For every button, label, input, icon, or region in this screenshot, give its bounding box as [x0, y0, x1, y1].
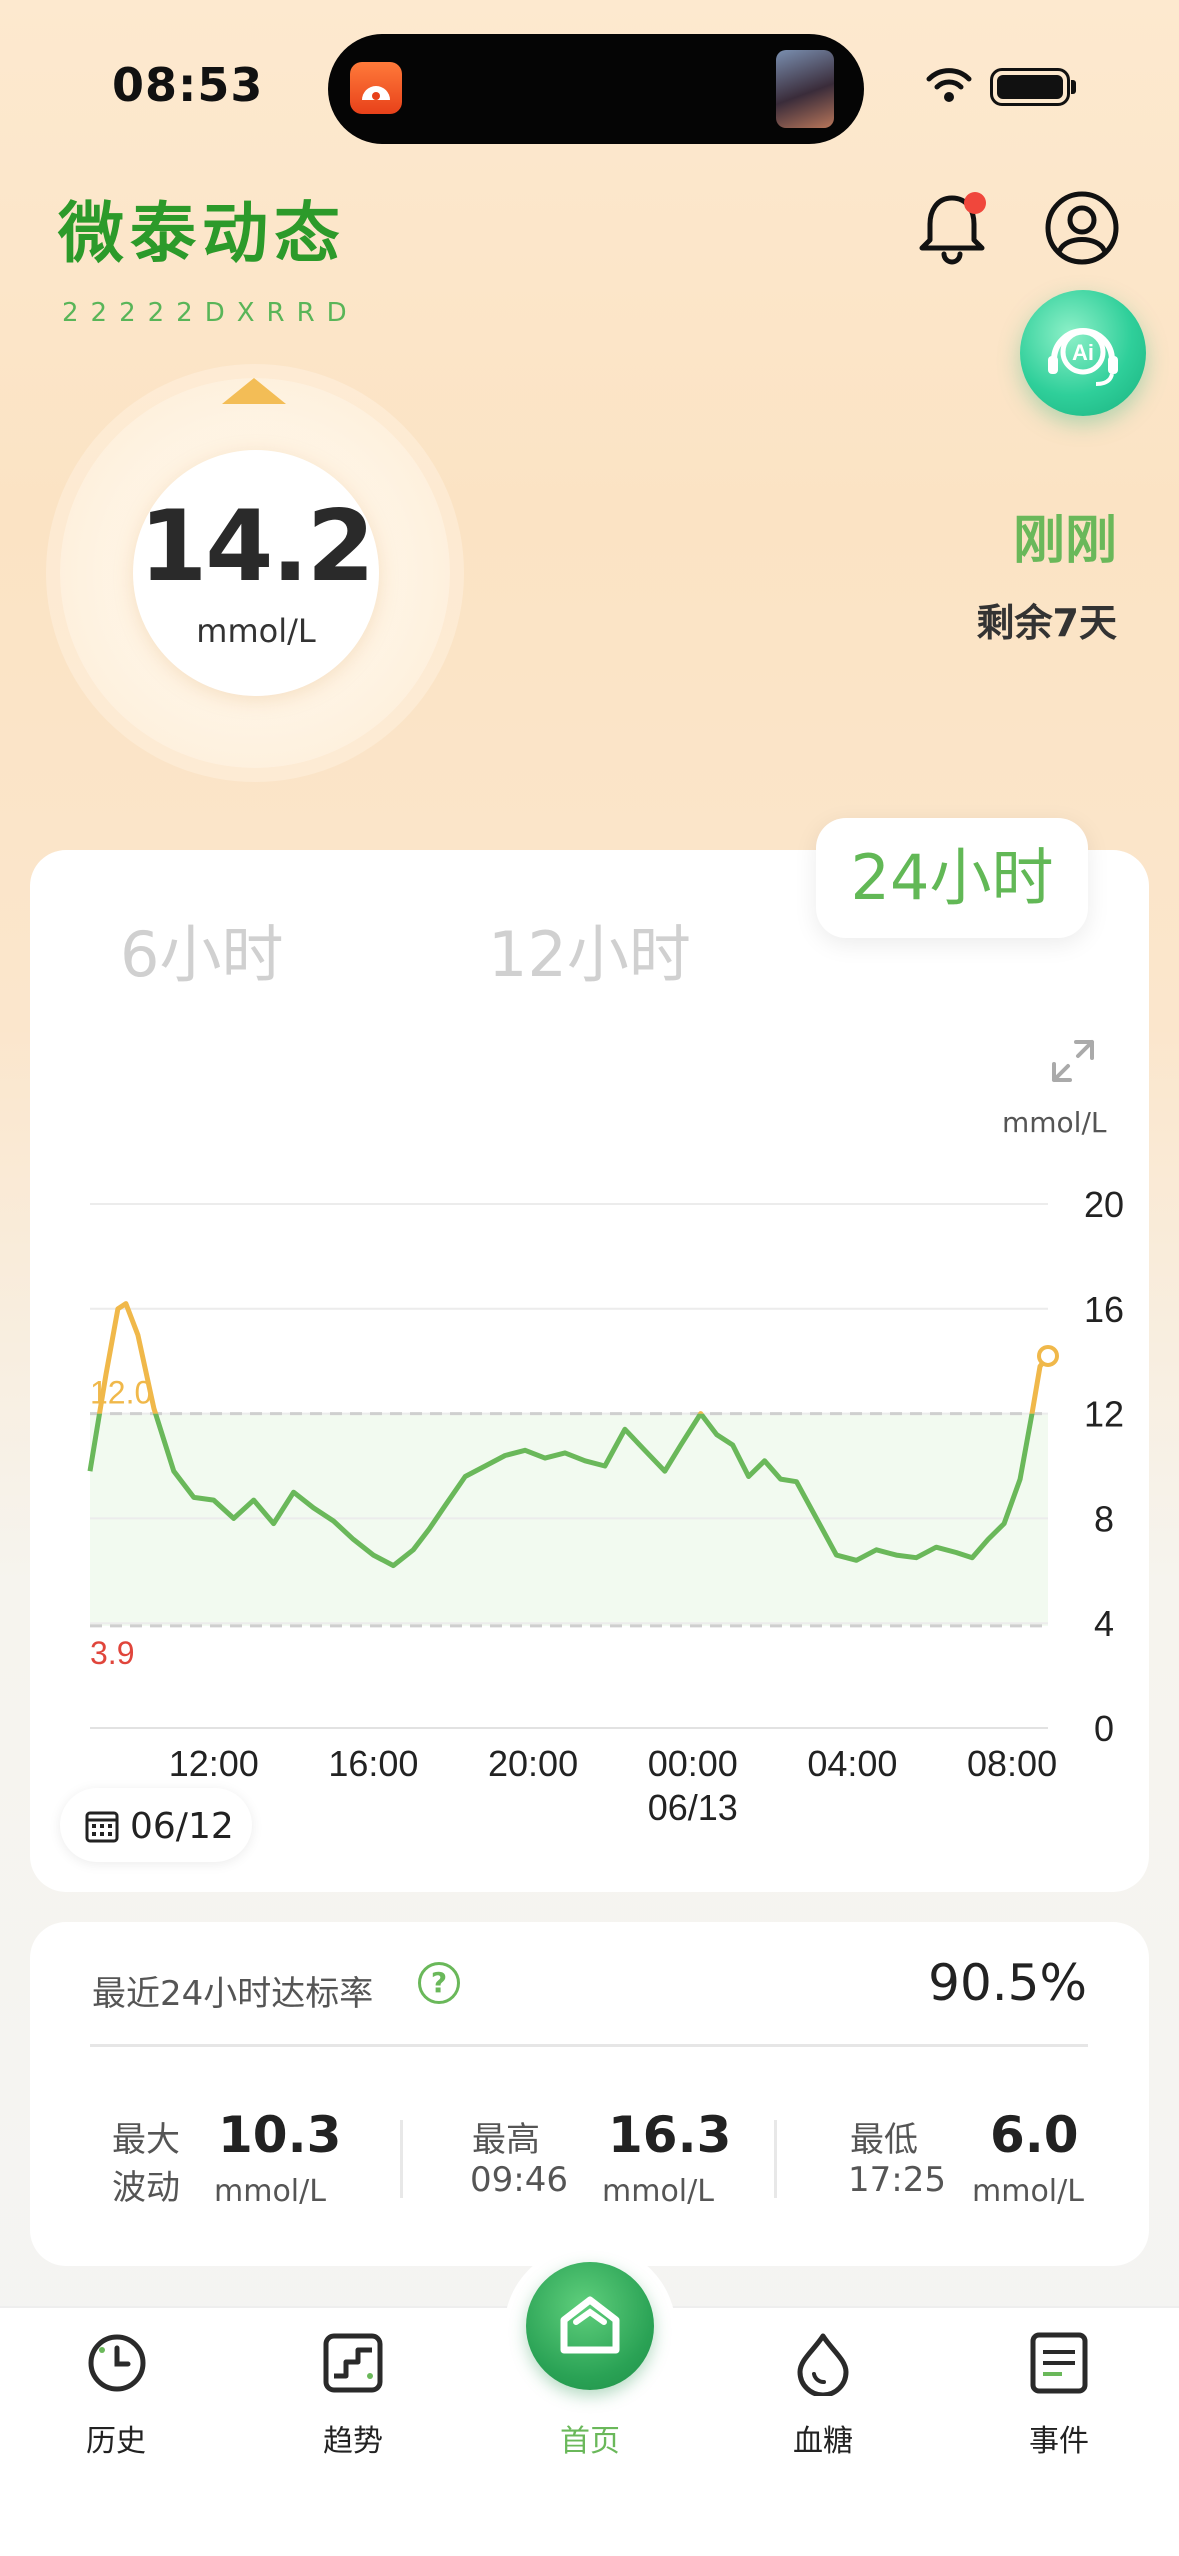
nav-label-glucose: 血糖 — [793, 2424, 853, 2459]
history-icon — [88, 2334, 146, 2392]
nav-item-events[interactable] — [1026, 2330, 1092, 2396]
time-in-range-label: 最近24小时达标率 — [92, 1974, 374, 2014]
x-tick-label: 16:00 — [328, 1743, 418, 1784]
nav-item-history[interactable] — [84, 2330, 150, 2396]
help-icon[interactable]: ? — [418, 1962, 460, 2004]
nav-label-home: 首页 — [560, 2424, 620, 2459]
max-glucose-value: 16.3 — [608, 2106, 732, 2164]
nav-label-events: 事件 — [1029, 2424, 1089, 2459]
max-fluctuation-label-2: 波动 — [112, 2168, 180, 2208]
y-tick-label: 0 — [1094, 1708, 1114, 1749]
x-tick-label: 20:00 — [488, 1743, 578, 1784]
nav-item-trend[interactable] — [320, 2330, 386, 2396]
min-glucose-time: 17:25 — [848, 2160, 946, 2200]
x-tick-label: 08:00 — [967, 1743, 1057, 1784]
y-tick-label: 12 — [1084, 1394, 1124, 1435]
time-in-range-value: 90.5% — [928, 1954, 1087, 2012]
x-tick-label: 00:00 — [648, 1743, 738, 1784]
max-glucose-unit: mmol/L — [602, 2174, 714, 2209]
y-tick-label: 8 — [1094, 1498, 1114, 1539]
y-tick-label: 20 — [1084, 1184, 1124, 1225]
max-glucose-time: 09:46 — [470, 2160, 568, 2200]
x-tick-label: 04:00 — [807, 1743, 897, 1784]
max-fluctuation-unit: mmol/L — [214, 2174, 326, 2209]
stat-separator — [774, 2120, 777, 2198]
calendar-icon — [85, 1811, 119, 1843]
y-tick-label: 16 — [1084, 1289, 1124, 1330]
nav-label-history: 历史 — [86, 2424, 146, 2459]
min-glucose-label: 最低 — [850, 2120, 918, 2160]
stats-divider — [90, 2044, 1088, 2047]
latest-point-marker — [1037, 1344, 1059, 1367]
max-glucose-label: 最高 — [472, 2120, 540, 2160]
max-fluctuation-label-1: 最大 — [112, 2120, 180, 2160]
date-chip-label: 06/12 — [130, 1806, 234, 1847]
x-tick-label: 12:00 — [169, 1743, 259, 1784]
home-icon — [560, 2296, 620, 2354]
y-tick-label: 4 — [1094, 1603, 1114, 1644]
nav-label-trend: 趋势 — [323, 2424, 383, 2459]
x-tick-sublabel: 06/13 — [648, 1787, 738, 1828]
blood-drop-icon — [797, 2333, 849, 2398]
min-glucose-unit: mmol/L — [972, 2174, 1084, 2209]
nav-item-home[interactable] — [526, 2262, 654, 2390]
event-list-icon — [1030, 2332, 1088, 2394]
min-glucose-value: 6.0 — [990, 2106, 1079, 2164]
stat-separator — [400, 2120, 403, 2198]
trend-icon — [323, 2333, 383, 2393]
target-low-label: 3.9 — [90, 1635, 134, 1671]
nav-item-glucose[interactable] — [790, 2330, 856, 2398]
max-fluctuation-value: 10.3 — [218, 2106, 342, 2164]
